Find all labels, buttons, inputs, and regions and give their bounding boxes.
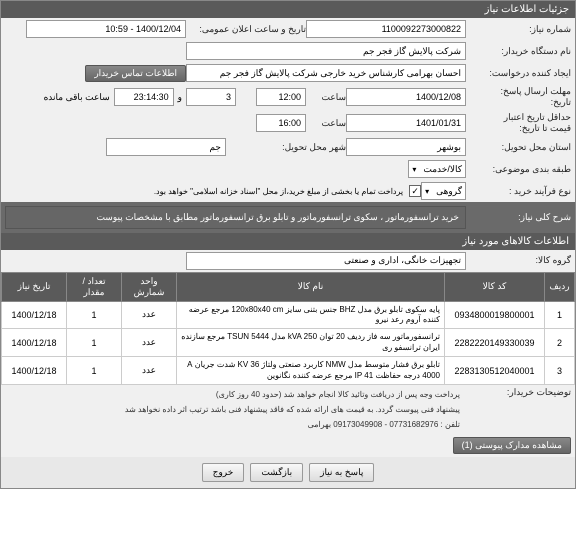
treasury-checkbox[interactable]: ✓ <box>409 185 421 197</box>
reply-button[interactable]: پاسخ به نیاز <box>309 463 374 482</box>
reply-hour-field: 12:00 <box>256 88 306 106</box>
hour-label-2: ساعت <box>306 118 346 129</box>
valid-date-field: 1401/01/31 <box>346 114 466 132</box>
col-unit: واحد شمارش <box>122 272 177 301</box>
group-label: گروه کالا: <box>466 255 571 266</box>
need-no-label: شماره نیاز: <box>466 24 571 35</box>
col-code: کد کالا <box>445 272 545 301</box>
attachments-button[interactable]: مشاهده مدارک پیوستی (1) <box>453 437 571 454</box>
contact-button[interactable]: اطلاعات تماس خریدار <box>85 65 186 82</box>
goods-header: اطلاعات کالاهای مورد نیاز <box>1 233 575 250</box>
purchase-note: پرداخت تمام یا بخشی از مبلغ خرید،از محل … <box>154 187 403 196</box>
note3: تلفن : 07731682976 - 09173049908 بهرامی <box>5 417 466 432</box>
public-time-field: 1400/12/04 - 10:59 <box>26 20 186 38</box>
col-row: ردیف <box>545 272 575 301</box>
group-field: تجهیزات خانگی، اداری و صنعتی <box>186 252 466 270</box>
col-date: تاریخ نیاز <box>2 272 67 301</box>
desc-label: شرح کلی نیاز: <box>466 212 571 223</box>
desc-box: خرید ترانسفورماتور ، سکوی ترانسفورماتور … <box>5 206 466 229</box>
note2: پیشنهاد فنی پیوست گردد. به قیمت های ارائ… <box>5 402 466 417</box>
panel-header: جزئیات اطلاعات نیاز <box>1 1 575 18</box>
and-label: و <box>178 92 182 103</box>
purchase-type-label: نوع فرآیند خرید : <box>466 186 571 197</box>
purchase-type-select[interactable]: گروهی <box>421 182 466 200</box>
exit-button[interactable]: خروج <box>202 463 245 482</box>
table-row[interactable]: 1 0934800019800001 پایه سکوی تابلو برق م… <box>2 301 575 329</box>
public-time-label: تاریخ و ساعت اعلان عمومی: <box>186 24 306 35</box>
table-row[interactable]: 3 2283130512040001 تابلو برق فشار متوسط … <box>2 357 575 385</box>
creator-label: ایجاد کننده درخواست: <box>466 68 571 79</box>
buyer-label: نام دستگاه خریدار: <box>466 46 571 57</box>
city-field: جم <box>106 138 226 156</box>
valid-hour-field: 16:00 <box>256 114 306 132</box>
back-button[interactable]: بازگشت <box>250 463 303 482</box>
reply-date-field: 1400/12/08 <box>346 88 466 106</box>
remarks-label: توضیحات خریدار: <box>466 387 571 398</box>
creator-field: احسان بهرامی کارشناس خرید خارجی شرکت پال… <box>186 64 466 82</box>
remain-label: ساعت باقی مانده <box>44 92 110 103</box>
reply-deadline-label: مهلت ارسال پاسخ: تاریخ: <box>466 86 571 108</box>
note1: پرداخت وجه پس از دریافت وتائید کالا انجا… <box>5 387 466 402</box>
province-label: استان محل تحویل: <box>466 142 571 153</box>
remain-days-field: 3 <box>186 88 236 106</box>
province-field: بوشهر <box>346 138 466 156</box>
col-qty: تعداد / مقدار <box>67 272 122 301</box>
city-label: شهر محل تحویل: <box>226 142 346 153</box>
pkg-select[interactable]: کالا/خدمت <box>408 160 466 178</box>
need-no-field: 1100092273000822 <box>306 20 466 38</box>
pkg-label: طبقه بندی موضوعی: <box>466 164 571 175</box>
remain-time-field: 23:14:30 <box>114 88 174 106</box>
buyer-field: شرکت پالایش گاز فجر جم <box>186 42 466 60</box>
hour-label: ساعت <box>306 92 346 103</box>
col-name: نام کالا <box>177 272 445 301</box>
valid-label: حداقل تاریخ اعتبار قیمت تا تاریخ: <box>466 112 571 134</box>
table-row[interactable]: 2 2282220149330039 ترانسفورماتور سه فاز … <box>2 329 575 357</box>
items-table: ردیف کد کالا نام کالا واحد شمارش تعداد /… <box>1 272 575 385</box>
